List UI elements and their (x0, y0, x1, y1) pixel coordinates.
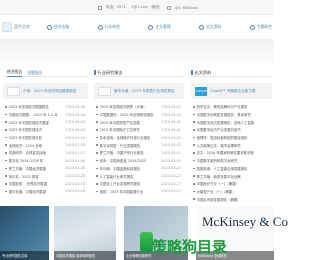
nav-item-topics[interactable]: 专题研究 (249, 24, 272, 30)
list-item[interactable]: 大模型产业（一）（摘要） (191, 188, 272, 196)
nav-item-industry[interactable]: 行业研究 (97, 24, 120, 30)
list-item[interactable]: 2023 年中国医疗卫生研究 2023-03-01 (94, 126, 184, 134)
industry-panel-title: 行业研究报告 (94, 69, 184, 77)
list-item[interactable]: 公共政策论文：城市治理研究 (191, 141, 272, 149)
papers-list: 科学论文：教育品牌化与产业建设 中国数字化转型发展报告：基本研究 中国数字经济发… (191, 103, 272, 203)
briefcase-icon (148, 24, 154, 30)
logo-text: 蓝色文库 (14, 24, 30, 29)
report-thumbnail (7, 86, 20, 96)
list-item[interactable]: 全球经济：2024 全球 2023-01-18 (3, 141, 88, 149)
site-logo[interactable]: 蓝色文库 (2, 20, 44, 34)
list-item[interactable]: 宏观研究：全球复苏持续 2023-01-17 (3, 149, 88, 157)
email-text[interactable]: 1@1.com（微信） (131, 5, 162, 10)
list-item[interactable]: 中国数字政府转型平台研究 (191, 157, 272, 165)
economy-reports-panel: 经济报告 金融报告 沪商：2023 年全球风险展望报告 2023 年宏观经济展望… (3, 69, 88, 206)
nav-item-economy[interactable]: 经济金融 (47, 24, 69, 30)
qq-text: QQ: 8585xxx (174, 5, 199, 10)
phone-text: 电话：0571- (106, 5, 128, 9)
phone-icon (98, 5, 102, 10)
panel-title-text: 论文资料 (194, 69, 212, 75)
list-item[interactable]: 安永：中国消费品 2024/2025 2023-03-01 (94, 157, 184, 165)
gallery-image[interactable]: 中国经济展望 最新调研报告 (54, 206, 116, 260)
industry-report-list: 2023 年宏观经济趋势（大咖） 2023-03-01 中国数据化：2023 年全… (94, 103, 184, 195)
nav-label: 专题研究 (256, 24, 272, 29)
image-gallery: 专业研究报告文库 中国经济展望 最新调研报告 企业管理创新研究 McKinsey… (0, 206, 288, 260)
list-item[interactable]: 罗兰贝格：新零售数字化战略 (191, 172, 272, 180)
featured-report-title: 普华永道：2023 年零售行业调查报告 (114, 88, 175, 93)
contact-info: 电话：0571- 1@1.com（微信） QQ: 8585xxx (98, 4, 198, 11)
list-item[interactable]: 中国经济数据 ：2023 年 1-2 月 2023-03-04 (3, 111, 88, 119)
nav-label: 企业管理 (155, 24, 171, 29)
featured-report[interactable]: 沪商：2023 年全球风险展望报告 (3, 83, 88, 99)
list-item[interactable]: 安永咨询：全球医疗科技行业报告 2023-03-01 (94, 134, 184, 142)
main-nav: 经济金融 行业研究 企业管理 论文资料 专题研究 (47, 22, 272, 32)
document-icon (97, 24, 103, 30)
economy-tabs: 经济报告 金融报告 (3, 69, 88, 77)
list-item[interactable]: 数字化 2024–2028 年 2023-01-06 (3, 157, 88, 165)
list-item[interactable]: 中国化工产业发展研究报告 2023-02-27 (94, 180, 184, 188)
list-item[interactable]: 数字化转型：行业发展报告 2023-03-02 (94, 141, 184, 149)
economy-report-list: 2023 年宏观经济展望报告 2023-03-09 中国经济数据 ：2023 年 … (3, 103, 88, 195)
nav-item-management[interactable]: 企业管理 (148, 24, 171, 30)
report-thumbnail (98, 86, 111, 96)
list-item[interactable]: 罗兰贝格：中国汽车行业报告 2023-03-01 (94, 149, 184, 157)
header: 蓝色文库 经济金融 行业研究 企业管理 论文资料 专题研究 (0, 15, 274, 39)
list-item[interactable]: 毕马威：中国金融科技报告 2023-02-27 (94, 165, 184, 173)
industry-reports-panel: 行业研究报告 普华永道：2023 年零售行业调查报告 2023 年宏观经济趋势（… (94, 69, 184, 206)
list-item[interactable]: 中国数字经济发展报告：全球人工智能 (191, 118, 272, 126)
list-item[interactable]: 普华永道：中国经济展望 2023-02-18 (3, 188, 88, 196)
nav-item-papers[interactable]: 论文资料 (199, 24, 221, 30)
list-item[interactable]: 中国数字经济产业发展白皮书 (191, 126, 272, 134)
title-accent-bar (191, 70, 193, 75)
logo-mark-icon (2, 22, 12, 32)
title-accent-bar (94, 70, 96, 75)
list-item[interactable]: 2023 年宏观经济趋势（大咖） 2023-03-01 (94, 103, 184, 111)
list-item[interactable]: 人工智能行业研究报告 2023-02-27 (94, 172, 184, 180)
watermark-text: 策略狗目录 (152, 238, 228, 256)
list-item[interactable]: 2023 年中国宏观经济 2023-03-04 (3, 126, 88, 134)
list-item[interactable]: 2023 年中国宏观分析 2023-01-16 (3, 134, 88, 142)
list-item[interactable]: 柯尔尼：2023 财富 2023-02-28 (3, 172, 88, 180)
papers-panel: 论文资料 ChatGPT ChatGPT 专题报告合集下载 科学论文：教育品牌化… (191, 69, 272, 206)
papers-panel-title: 论文资料 (191, 69, 272, 77)
gallery-image[interactable]: 专业研究报告文库 (0, 206, 49, 260)
list-item[interactable]: 罗兰贝格：中国经济展望 2023-01-08 (3, 165, 88, 173)
list-item[interactable]: 智能制造：人工智能应用发展报告 (191, 165, 272, 173)
list-item[interactable]: 管理学：推进经营转型的路径探析 (191, 134, 272, 142)
qq-icon (166, 5, 171, 10)
list-item[interactable]: 2023 年宏观经济展望报告 2023-03-09 (3, 103, 88, 111)
image-caption: 专业研究报告文库 (0, 251, 49, 260)
list-item[interactable]: 中国医疗行业（一）（摘要） (191, 180, 272, 188)
featured-paper-title: ChatGPT 专题报告合集下载 (210, 88, 256, 93)
list-item[interactable]: 中国数据化：2023 年全球物流报告 2023-03-02 (94, 111, 184, 119)
image-caption: 中国经济展望 最新调研报告 (54, 251, 116, 260)
top-bar: 电话：0571- 1@1.com（微信） QQ: 8585xxx (0, 0, 274, 15)
mckinsey-brand-text: McKinsey & Co (202, 214, 288, 229)
nav-label: 行业研究 (104, 24, 120, 29)
list-item[interactable]: 中国区块链发展报告（摘要） (191, 195, 272, 203)
chart-icon (47, 24, 52, 30)
list-item[interactable]: 2023 年中国宏观经济展望 2023-03-04 (3, 118, 88, 126)
list-item[interactable]: 2023 年中国零售产业发展 2023-03-02 (94, 118, 184, 126)
tab-finance[interactable]: 金融报告 (27, 70, 42, 76)
nav-label: 经济金融 (54, 24, 70, 29)
list-item[interactable]: 中国宏观 ：世界经济展望 2023-02-18 (3, 180, 88, 188)
featured-report[interactable]: 普华永道：2023 年零售行业调查报告 (94, 83, 184, 99)
list-item[interactable]: 论文：2024 年国家科研成果资助流程 (191, 149, 272, 157)
book-icon (199, 24, 205, 30)
lightbulb-icon (249, 24, 255, 30)
hero-banner (0, 39, 274, 69)
list-item[interactable]: 德勤：2023 年中国能源行业 2023-02-27 (94, 188, 184, 196)
featured-paper[interactable]: ChatGPT ChatGPT 专题报告合集下载 (191, 83, 272, 99)
panel-title-text: 行业研究报告 (97, 69, 123, 75)
tab-economy[interactable]: 经济报告 (7, 69, 23, 77)
list-item[interactable]: 科学论文：教育品牌化与产业建设 (191, 103, 272, 111)
list-item[interactable]: 中国数字化转型发展报告：基本研究 (191, 111, 272, 119)
nav-label: 论文资料 (206, 24, 222, 29)
featured-report-title: 沪商：2023 年全球风险展望报告 (23, 88, 77, 93)
chatgpt-badge: ChatGPT (195, 86, 208, 96)
